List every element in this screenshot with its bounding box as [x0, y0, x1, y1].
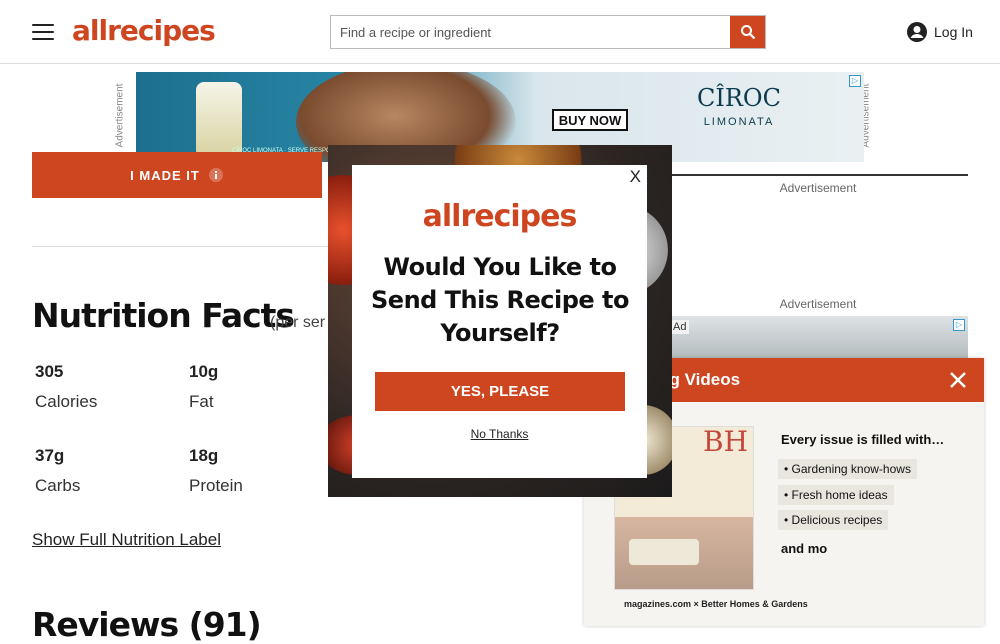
promo-bullet: • Gardening know-hows — [778, 459, 917, 479]
right-ad-label-2: Advertisement — [779, 297, 857, 311]
promo-footer: magazines.com × Better Homes & Gardens — [624, 599, 808, 609]
site-header: allrecipes Log In — [0, 0, 1000, 64]
search-bar — [330, 15, 766, 49]
info-icon — [208, 168, 223, 182]
calories-label: Calories — [35, 392, 98, 411]
ad-bottle-image — [196, 82, 242, 158]
ad-tag: Ad — [670, 320, 690, 334]
nutrition-facts-title: Nutrition Facts — [32, 296, 295, 335]
calories-value: 305 — [35, 362, 64, 381]
magazine-sofa-image — [629, 539, 699, 565]
account-icon — [907, 22, 927, 42]
modal-heading: Would You Like to Send This Recipe to Yo… — [371, 253, 630, 347]
fat-label: Fat — [189, 392, 214, 411]
nutrition-facts-subtitle: (per ser — [270, 314, 326, 331]
ad-brand-text: CÎROC — [697, 84, 781, 112]
no-thanks-link[interactable]: No Thanks — [352, 427, 647, 441]
magazine-logo: BH — [703, 426, 748, 458]
protein-value: 18g — [189, 446, 219, 465]
ad-label-left: Advertisement — [114, 83, 126, 148]
right-rail-divider — [668, 174, 968, 176]
reviews-title: Reviews (91) — [32, 605, 262, 644]
promo-more-text: and mo — [781, 541, 828, 556]
right-ad-label-1: Advertisement — [779, 181, 857, 195]
ad-buy-now-button[interactable]: BUY NOW — [552, 109, 628, 131]
menu-icon[interactable] — [32, 24, 54, 40]
search-icon — [740, 25, 755, 40]
show-full-nutrition-link[interactable]: Show Full Nutrition Label — [32, 530, 221, 550]
close-icon[interactable] — [948, 370, 968, 390]
site-logo[interactable]: allrecipes — [72, 14, 216, 48]
i-made-it-button[interactable]: I MADE IT — [32, 152, 322, 198]
search-input[interactable] — [331, 16, 731, 48]
ad-flavor-text: LIMONATA — [703, 116, 775, 128]
promo-bullet: • Delicious recipes — [778, 510, 889, 530]
carbs-label: Carbs — [35, 476, 81, 495]
yes-please-button[interactable]: YES, PLEASE — [375, 372, 625, 411]
protein-label: Protein — [189, 476, 243, 495]
login-button[interactable]: Log In — [906, 20, 973, 44]
adchoices-icon[interactable]: ▷ — [849, 75, 861, 87]
promo-bullet: • Fresh home ideas — [778, 485, 894, 505]
carbs-value: 37g — [35, 446, 65, 465]
search-button[interactable] — [730, 16, 765, 48]
modal-close-button[interactable]: X — [630, 167, 641, 187]
i-made-it-label: I MADE IT — [130, 168, 200, 183]
login-label: Log In — [934, 24, 973, 40]
promo-headline: Every issue is filled with… — [781, 432, 945, 447]
adchoices-icon[interactable]: ▷ — [953, 319, 965, 331]
send-recipe-modal: X allrecipes Would You Like to Send This… — [352, 165, 647, 478]
fat-value: 10g — [189, 362, 219, 381]
modal-logo: allrecipes — [422, 199, 578, 234]
